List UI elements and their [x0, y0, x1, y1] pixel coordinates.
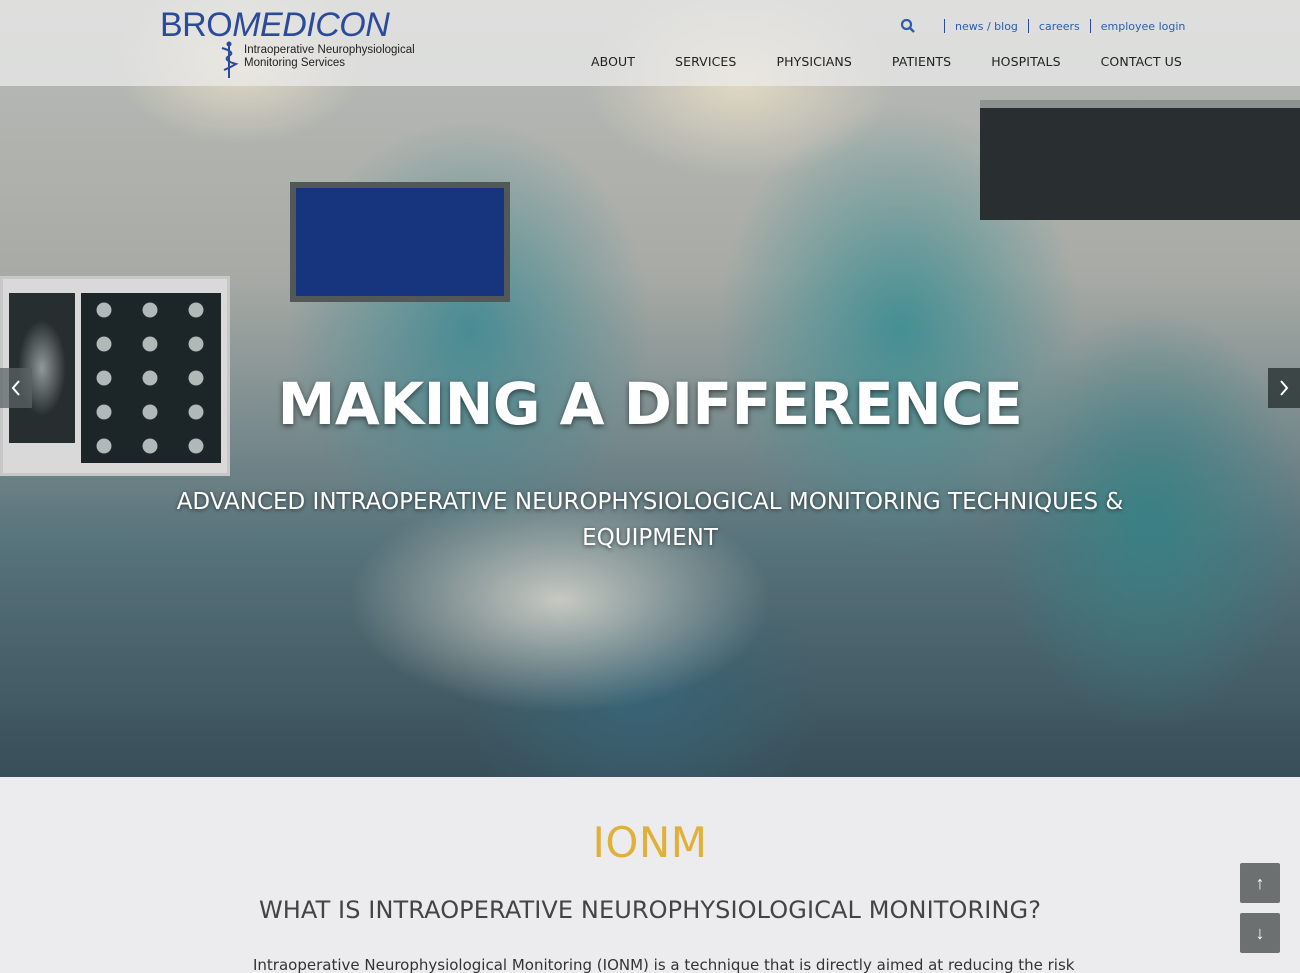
chevron-right-icon: [1280, 380, 1289, 396]
arrow-up-icon: ↑: [1255, 872, 1265, 893]
news-blog-link[interactable]: news / blog: [955, 20, 1018, 33]
hero-slider: MAKING A DIFFERENCE ADVANCED INTRAOPERAT…: [0, 0, 1300, 777]
section-title: IONM: [592, 818, 708, 867]
nav-item-services[interactable]: SERVICES: [675, 54, 736, 69]
caduceus-icon: [221, 41, 239, 78]
logo-brand-part1: BRO: [160, 6, 233, 44]
hero-title: MAKING A DIFFERENCE: [277, 370, 1023, 438]
nav-item-patients[interactable]: PATIENTS: [892, 54, 951, 69]
nav-item-hospitals[interactable]: HOSPITALS: [991, 54, 1060, 69]
logo-tagline: Intraoperative Neurophysiological Monito…: [244, 44, 415, 69]
section-body-text: Intraoperative Neurophysiological Monito…: [253, 956, 1075, 973]
utility-nav: news / blog careers employee login: [900, 17, 1185, 35]
site-logo[interactable]: BROMEDICON Intraoperative Neurophysiolog…: [160, 6, 415, 78]
divider: [1027, 19, 1029, 33]
hero-subtitle: ADVANCED INTRAOPERATIVE NEUROPHYSIOLOGIC…: [176, 489, 1124, 551]
chevron-left-icon: [11, 380, 20, 396]
nav-item-about[interactable]: ABOUT: [591, 54, 635, 69]
slider-prev-button[interactable]: [0, 368, 32, 408]
slider-next-button[interactable]: [1268, 368, 1300, 408]
scroll-down-button[interactable]: ↓: [1240, 913, 1280, 953]
arrow-down-icon: ↓: [1255, 922, 1265, 943]
divider: [1089, 19, 1091, 33]
scroll-up-button[interactable]: ↑: [1240, 863, 1280, 903]
ionm-section: [0, 777, 1300, 973]
search-icon[interactable]: [900, 18, 916, 34]
section-heading: WHAT IS INTRAOPERATIVE NEUROPHYSIOLOGICA…: [258, 896, 1042, 924]
main-nav: ABOUT SERVICES PHYSICIANS PATIENTS HOSPI…: [591, 54, 1182, 69]
nav-item-physicians[interactable]: PHYSICIANS: [776, 54, 851, 69]
employee-login-link[interactable]: employee login: [1101, 20, 1186, 33]
careers-link[interactable]: careers: [1039, 20, 1080, 33]
site-header: BROMEDICON Intraoperative Neurophysiolog…: [0, 0, 1300, 86]
divider: [944, 19, 945, 33]
nav-item-contact-us[interactable]: CONTACT US: [1101, 54, 1182, 69]
logo-brand-part2: MEDICON: [232, 6, 390, 44]
